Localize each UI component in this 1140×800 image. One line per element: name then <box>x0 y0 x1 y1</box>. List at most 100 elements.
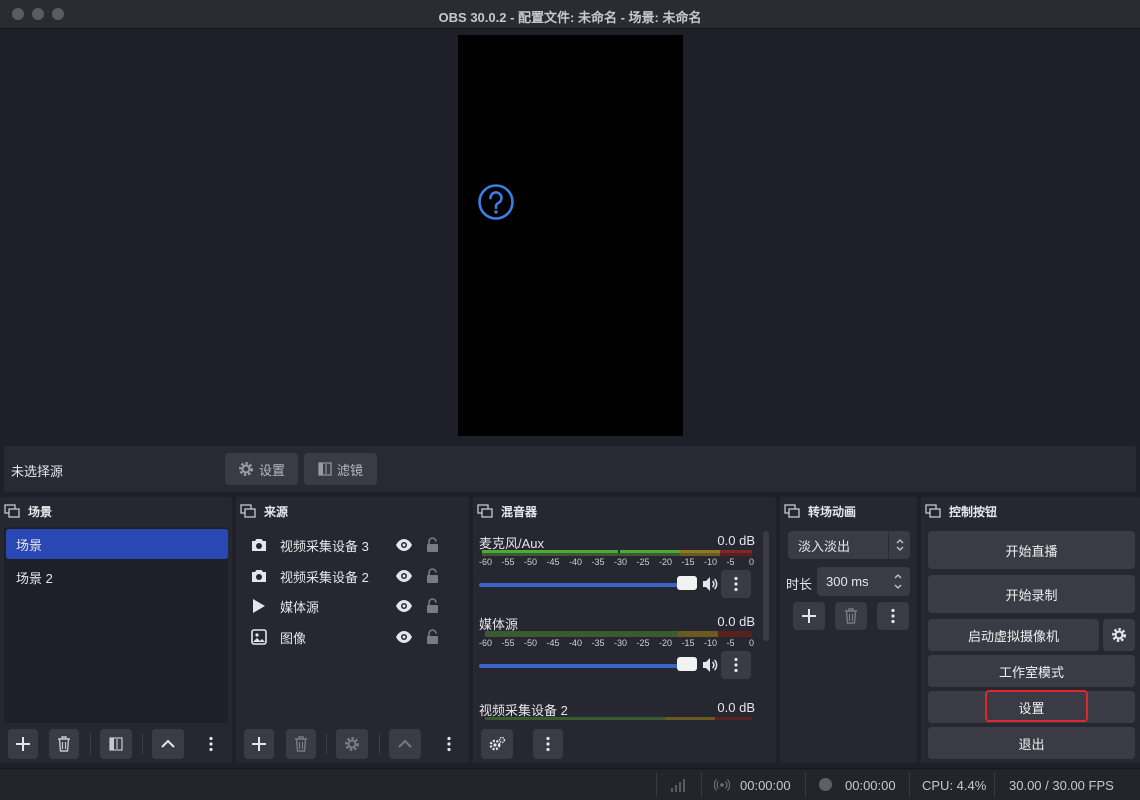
scene-more-button[interactable] <box>198 729 224 759</box>
more-vertical-icon <box>447 736 451 752</box>
meter-tick-label: -10 <box>704 557 718 567</box>
volume-slider-handle[interactable] <box>677 576 697 590</box>
scenes-dock: 场景 场景 场景 2 <box>0 497 232 763</box>
mixer-more-button[interactable] <box>533 729 563 759</box>
duration-label: 时长 <box>786 577 813 592</box>
scene-item[interactable]: 场景 2 <box>6 562 228 592</box>
more-vertical-icon <box>734 576 738 592</box>
remove-source-button[interactable] <box>286 729 316 759</box>
start-recording-button[interactable]: 开始录制 <box>928 575 1135 613</box>
divider <box>142 734 143 754</box>
trash-icon <box>295 736 307 752</box>
meter-tick-label: -15 <box>681 557 695 567</box>
unlock-icon[interactable] <box>426 598 439 614</box>
start-virtual-camera-button[interactable]: 启动虚拟摄像机 <box>928 619 1099 651</box>
transitions-dock-header: 转场动画 <box>780 497 917 525</box>
move-source-up-button[interactable] <box>389 729 421 759</box>
chevron-up-icon <box>398 739 412 748</box>
meter-tick-label: -50 <box>524 557 538 567</box>
eye-icon[interactable] <box>395 569 413 583</box>
dock-float-icon[interactable] <box>925 504 941 518</box>
sources-title: 来源 <box>264 504 289 519</box>
add-scene-button[interactable] <box>8 729 38 759</box>
more-vertical-icon <box>734 657 738 673</box>
divider <box>805 773 806 797</box>
dock-float-icon[interactable] <box>240 504 256 518</box>
source-item[interactable]: 视频采集设备 3 <box>250 532 460 558</box>
trash-icon <box>58 736 70 752</box>
volume-slider[interactable] <box>479 583 689 587</box>
meter-tick-label: -5 <box>726 557 735 567</box>
move-scene-up-button[interactable] <box>152 729 184 759</box>
divider <box>326 734 327 754</box>
unlock-icon[interactable] <box>426 537 439 553</box>
speaker-icon[interactable] <box>701 575 719 593</box>
more-vertical-icon <box>209 736 213 752</box>
gear-icon <box>345 737 359 751</box>
meter-ticks: -60 -55 -50 -45 -40 -35 -30 -25 -20 -15 -10 -5 0 <box>479 557 755 569</box>
eye-icon[interactable] <box>395 538 413 552</box>
dock-float-icon[interactable] <box>477 504 493 518</box>
meter-tick-label: -35 <box>591 638 605 648</box>
dock-float-icon[interactable] <box>4 504 20 518</box>
plus-icon <box>252 737 266 751</box>
duration-spinbox[interactable]: 300 ms <box>817 567 910 596</box>
divider <box>909 773 910 797</box>
preview-canvas[interactable] <box>458 35 683 436</box>
source-item[interactable]: 视频采集设备 2 <box>250 563 460 589</box>
start-streaming-button[interactable]: 开始直播 <box>928 531 1135 569</box>
meter-tick-label: -60 <box>479 638 493 648</box>
virtual-camera-settings-button[interactable] <box>1103 619 1135 651</box>
source-settings-button[interactable]: 设置 <box>225 453 298 485</box>
source-item-label: 图像 <box>280 630 307 646</box>
channel-menu-button[interactable] <box>721 570 751 598</box>
speaker-icon[interactable] <box>701 656 719 674</box>
mixer-channel: 视频采集设备 2 0.0 dB <box>479 700 755 726</box>
scenes-dock-header: 场景 <box>0 497 232 525</box>
add-transition-button[interactable] <box>793 602 825 630</box>
source-item-label: 视频采集设备 2 <box>280 569 369 585</box>
exit-button[interactable]: 退出 <box>928 727 1135 759</box>
unlock-icon[interactable] <box>426 629 439 645</box>
source-filters-button[interactable]: 滤镜 <box>304 453 377 485</box>
remove-scene-button[interactable] <box>49 729 79 759</box>
camera-icon <box>252 570 266 582</box>
gear-icon <box>238 462 253 476</box>
divider <box>701 773 702 797</box>
transition-more-button[interactable] <box>877 602 909 630</box>
dock-float-icon[interactable] <box>784 504 800 518</box>
exit-label: 退出 <box>1018 736 1045 752</box>
meter-tick-label: -15 <box>681 638 695 648</box>
duration-value: 300 ms <box>826 574 869 589</box>
scene-filters-button[interactable] <box>100 729 132 759</box>
unlock-icon[interactable] <box>426 568 439 584</box>
remove-transition-button[interactable] <box>835 602 867 630</box>
volume-slider[interactable] <box>479 664 689 668</box>
eye-icon[interactable] <box>395 599 413 613</box>
transition-select[interactable]: 淡入淡出 <box>788 531 910 559</box>
spin-arrows-icon[interactable] <box>893 573 903 590</box>
scene-item-label: 场景 2 <box>16 570 53 586</box>
meter-tick-label: -20 <box>659 638 673 648</box>
start-streaming-label: 开始直播 <box>1005 543 1058 559</box>
source-item[interactable]: 媒体源 <box>250 593 460 619</box>
mixer-settings-button[interactable] <box>481 729 513 759</box>
meter-tick-label: -25 <box>636 638 650 648</box>
source-item[interactable]: 图像 <box>250 624 460 650</box>
divider <box>994 773 995 797</box>
plus-icon <box>802 609 816 623</box>
fps-readout: 30.00 / 30.00 FPS <box>1009 778 1114 793</box>
mixer-scrollbar[interactable] <box>763 531 769 641</box>
volume-slider-handle[interactable] <box>677 657 697 671</box>
eye-icon[interactable] <box>395 630 413 644</box>
updown-chevron-icon <box>896 539 903 551</box>
preview-area[interactable] <box>0 30 1140 443</box>
add-source-button[interactable] <box>244 729 274 759</box>
source-properties-button[interactable] <box>336 729 368 759</box>
channel-menu-button[interactable] <box>721 651 751 679</box>
scene-item[interactable]: 场景 <box>6 529 228 559</box>
channel-db: 0.0 dB <box>717 700 755 715</box>
studio-mode-button[interactable]: 工作室模式 <box>928 655 1135 687</box>
stream-time: 00:00:00 <box>740 778 791 793</box>
source-more-button[interactable] <box>436 729 462 759</box>
